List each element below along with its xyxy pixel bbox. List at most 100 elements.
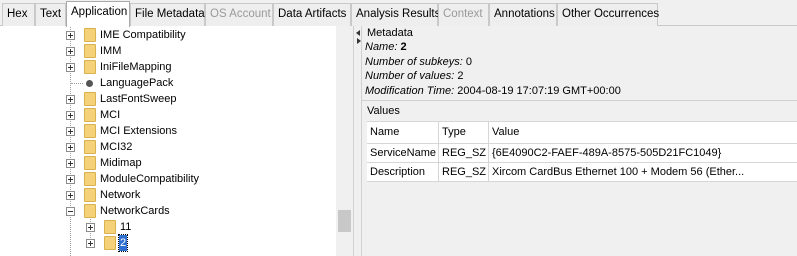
tree-item-modulecompatibility[interactable]: ModuleCompatibility bbox=[0, 171, 336, 187]
folder-icon bbox=[104, 220, 116, 234]
folder-icon bbox=[84, 108, 96, 122]
tree-item-networkcards[interactable]: NetworkCards bbox=[0, 203, 336, 219]
expand-icon[interactable] bbox=[66, 47, 75, 56]
folder-icon bbox=[84, 44, 96, 58]
cell-name: Description bbox=[367, 163, 439, 181]
cell-value: Xircom CardBus Ethernet 100 + Modem 56 (… bbox=[492, 166, 745, 178]
metadata-value: 2004-08-19 17:07:19 GMT+00:00 bbox=[457, 84, 621, 97]
tree-item-label: MCI bbox=[100, 109, 121, 121]
tree-item-lastfontsweep[interactable]: LastFontSweep bbox=[0, 91, 336, 107]
metadata-value: 2 bbox=[400, 41, 407, 53]
metadata-values-line: Number of values: 2 bbox=[365, 69, 621, 84]
tab-application[interactable]: Application bbox=[66, 1, 130, 27]
tree-item-label: MCI32 bbox=[100, 141, 133, 153]
tab-analysis-results[interactable]: Analysis Results bbox=[351, 3, 440, 26]
collapse-left-icon[interactable] bbox=[356, 30, 360, 36]
expand-icon[interactable] bbox=[66, 159, 75, 168]
tree-item-mci[interactable]: MCI bbox=[0, 107, 336, 123]
tree-item-label: IMM bbox=[100, 45, 122, 57]
folder-icon bbox=[84, 204, 96, 218]
tree-item-inifilemapping[interactable]: IniFileMapping bbox=[0, 59, 336, 75]
tree-item-languagepack[interactable]: LanguagePack bbox=[0, 75, 336, 91]
tree-item-label: NetworkCards bbox=[100, 205, 170, 217]
expand-icon[interactable] bbox=[86, 223, 95, 232]
metadata-value: 0 bbox=[465, 55, 473, 68]
tab-hex[interactable]: Hex bbox=[2, 3, 35, 26]
folder-icon bbox=[84, 92, 96, 106]
tree-item-label: Network bbox=[100, 189, 141, 201]
folder-icon bbox=[84, 188, 96, 202]
tree-item-network[interactable]: Network bbox=[0, 187, 336, 203]
expand-icon[interactable] bbox=[86, 239, 95, 248]
value-dot-icon bbox=[86, 80, 93, 87]
tree-item-imm[interactable]: IMM bbox=[0, 43, 336, 59]
expand-icon[interactable] bbox=[66, 175, 75, 184]
detail-pane: Metadata Name: 2 Number of subkeys: 0 Nu… bbox=[362, 26, 797, 256]
tree-item-label: 11 bbox=[120, 221, 132, 233]
tree-item-label: MCI Extensions bbox=[100, 125, 178, 137]
values-section-title: Values bbox=[367, 105, 400, 117]
tab-os-account[interactable]: OS Account bbox=[205, 3, 273, 26]
metadata-block: Name: 2 Number of subkeys: 0 Number of v… bbox=[365, 40, 621, 98]
registry-tree: IME Compatibility IMM IniFileMapping Lan… bbox=[0, 26, 353, 256]
metadata-section-title: Metadata bbox=[367, 27, 413, 39]
expand-icon[interactable] bbox=[66, 63, 75, 72]
column-header-type[interactable]: Type bbox=[439, 122, 489, 143]
cell-name: ServiceName bbox=[367, 144, 439, 162]
tree-item-label: LanguagePack bbox=[100, 77, 174, 89]
folder-icon bbox=[84, 28, 96, 42]
folder-icon bbox=[84, 140, 96, 154]
tree-item-label: IME Compatibility bbox=[100, 29, 186, 41]
expand-icon[interactable] bbox=[66, 143, 75, 152]
expand-icon[interactable] bbox=[66, 95, 75, 104]
metadata-key: Name: bbox=[365, 41, 398, 53]
collapse-icon[interactable] bbox=[66, 207, 75, 216]
tab-context[interactable]: Context bbox=[438, 3, 489, 26]
metadata-key: Number of values: bbox=[365, 70, 455, 82]
metadata-modtime-line: Modification Time: 2004-08-19 17:07:19 G… bbox=[365, 84, 621, 99]
tree-item-label: IniFileMapping bbox=[100, 61, 172, 73]
tree-item-ime-compatibility[interactable]: IME Compatibility bbox=[0, 27, 336, 43]
pane-splitter[interactable] bbox=[353, 26, 362, 256]
expand-icon[interactable] bbox=[66, 31, 75, 40]
tree-item-11[interactable]: 11 bbox=[0, 219, 336, 235]
tree-item-2[interactable]: 2 bbox=[0, 234, 336, 252]
expand-icon[interactable] bbox=[66, 127, 75, 136]
folder-icon bbox=[104, 236, 116, 250]
metadata-value: 2 bbox=[457, 70, 464, 82]
column-header-name[interactable]: Name bbox=[367, 122, 439, 143]
folder-icon bbox=[84, 124, 96, 138]
scrollbar-thumb[interactable] bbox=[338, 210, 351, 232]
tree-scrollbar[interactable] bbox=[336, 26, 353, 256]
cell-value: {6E4090C2-FAEF-489A-8575-505D21FC1049} bbox=[492, 147, 722, 159]
tree-item-label: ModuleCompatibility bbox=[100, 173, 200, 185]
table-row[interactable]: Description REG_SZ Xircom CardBus Ethern… bbox=[367, 163, 797, 182]
tree-item-mci-extensions[interactable]: MCI Extensions bbox=[0, 123, 336, 139]
section-divider bbox=[362, 100, 797, 101]
tree-item-midimap[interactable]: Midimap bbox=[0, 155, 336, 171]
tab-data-artifacts[interactable]: Data Artifacts bbox=[273, 3, 351, 26]
tab-bar: Hex Text Application File Metadata OS Ac… bbox=[0, 0, 797, 27]
expand-icon[interactable] bbox=[66, 111, 75, 120]
column-header-value[interactable]: Value bbox=[489, 122, 797, 143]
table-row[interactable]: ServiceName REG_SZ {6E4090C2-FAEF-489A-8… bbox=[367, 144, 797, 163]
metadata-key: Modification Time: bbox=[365, 84, 455, 97]
metadata-subkeys-line: Number of subkeys: 0 bbox=[365, 55, 621, 70]
cell-type: REG_SZ bbox=[439, 163, 489, 181]
tab-file-metadata[interactable]: File Metadata bbox=[130, 3, 205, 26]
tree-item-label: Midimap bbox=[100, 157, 142, 169]
folder-icon bbox=[84, 156, 96, 170]
tree-item-mci32[interactable]: MCI32 bbox=[0, 139, 336, 155]
tab-other-occurrences[interactable]: Other Occurrences bbox=[557, 3, 659, 26]
metadata-key: Number of subkeys: bbox=[365, 55, 463, 68]
cell-type: REG_SZ bbox=[439, 144, 489, 162]
tree-item-label-selected: 2 bbox=[117, 234, 129, 252]
tab-annotations[interactable]: Annotations bbox=[489, 3, 557, 26]
tab-text[interactable]: Text bbox=[35, 3, 66, 26]
tree-item-label: LastFontSweep bbox=[100, 93, 177, 105]
collapse-right-icon[interactable] bbox=[357, 38, 361, 44]
expand-icon[interactable] bbox=[66, 191, 75, 200]
table-header: Name Type Value bbox=[367, 122, 797, 144]
metadata-name-line: Name: 2 bbox=[365, 40, 621, 55]
folder-icon bbox=[84, 60, 96, 74]
